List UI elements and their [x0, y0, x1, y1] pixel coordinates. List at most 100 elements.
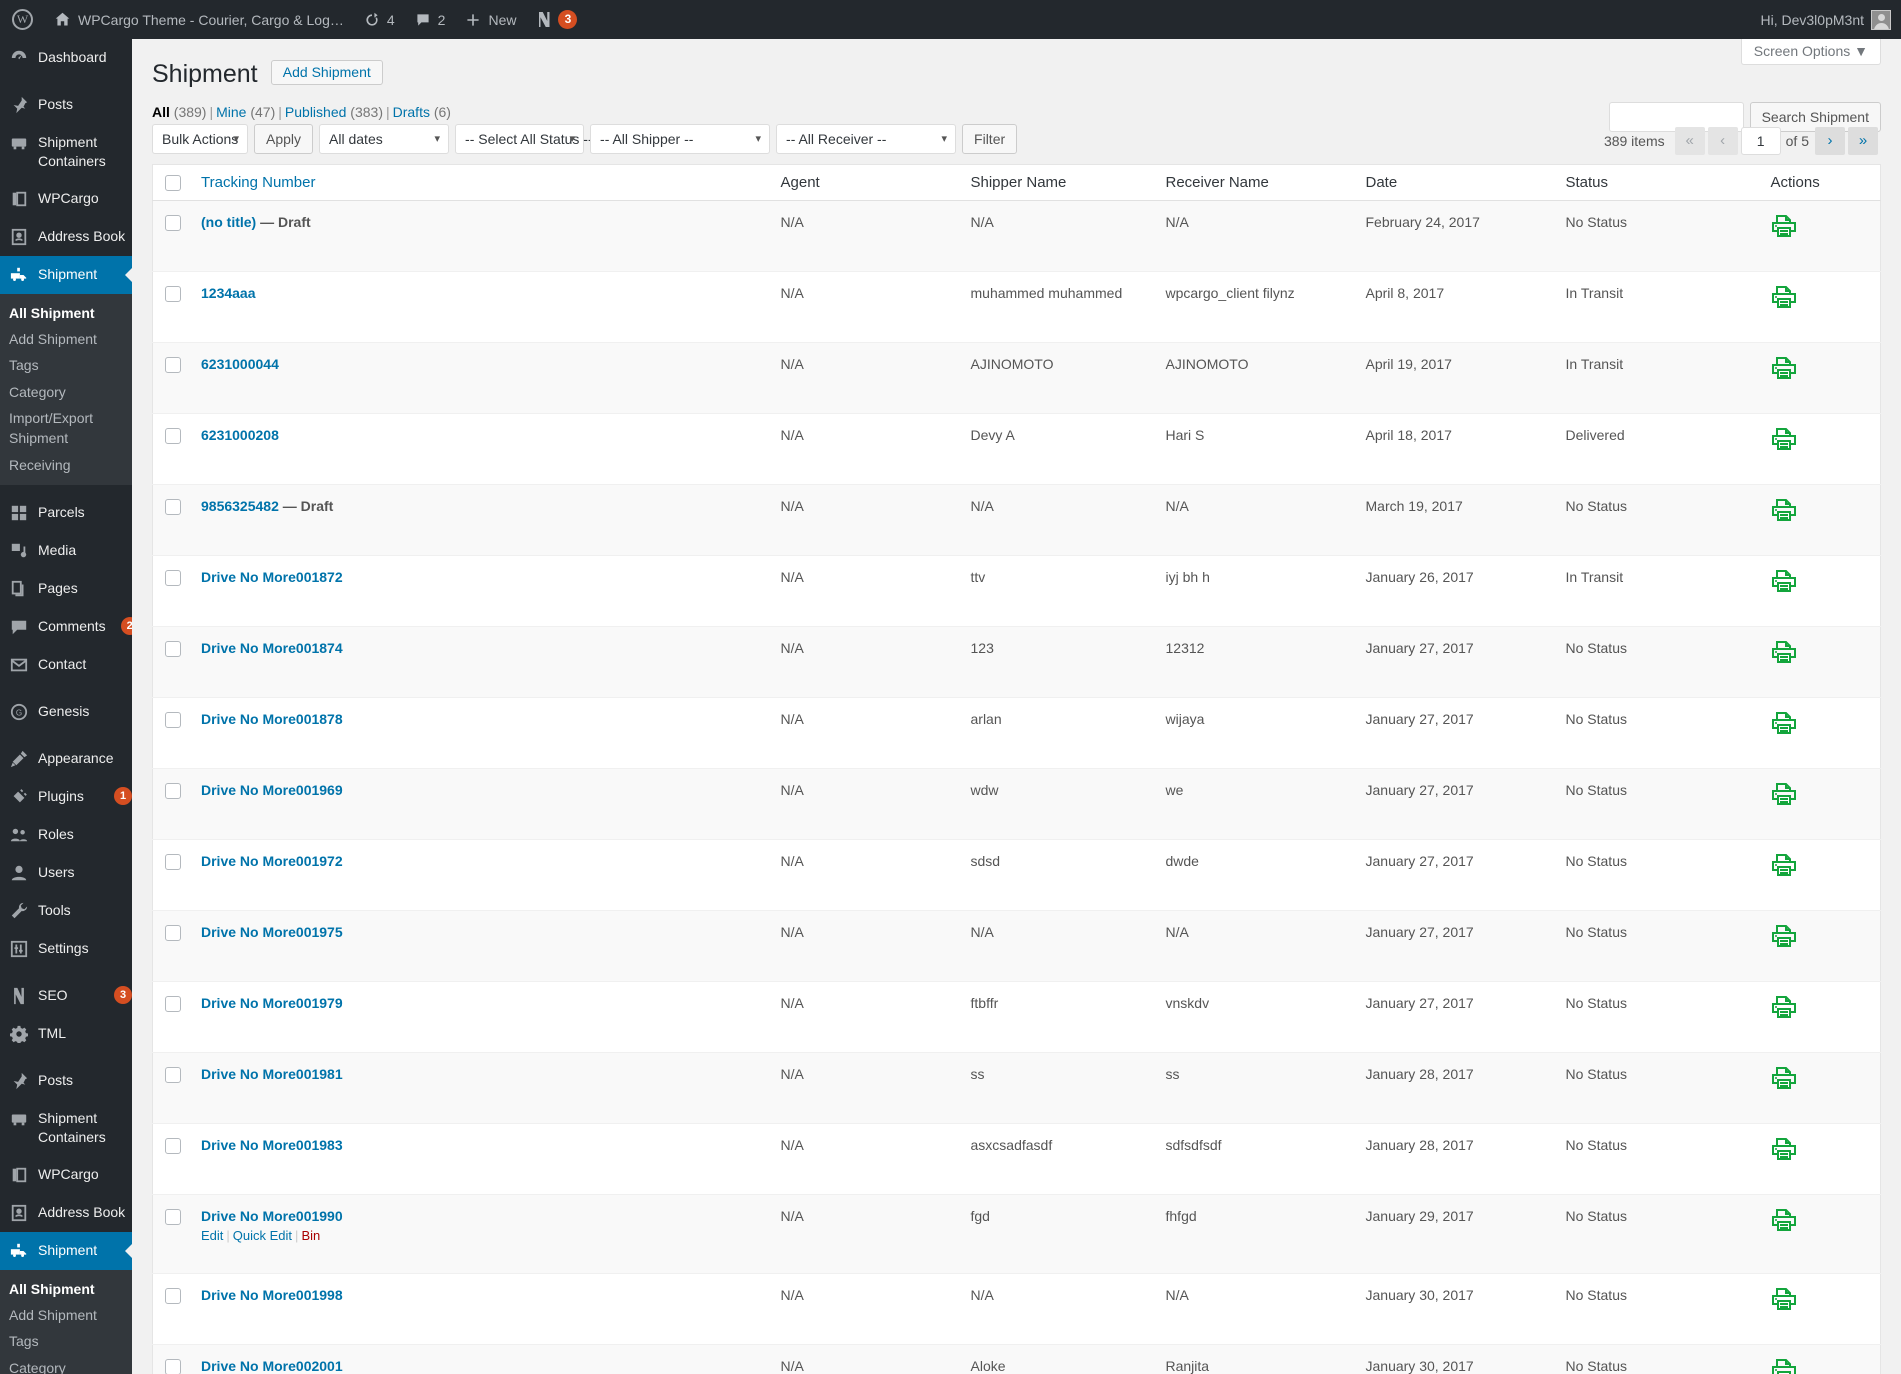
view-link-all[interactable]: All [152, 104, 170, 120]
sidebar-item-genesis[interactable]: GGenesis [0, 693, 132, 731]
sidebar-subitem-add-shipment[interactable]: Add Shipment [0, 1302, 132, 1328]
row-checkbox[interactable] [165, 215, 181, 231]
row-checkbox[interactable] [165, 499, 181, 515]
table-row[interactable]: 9856325482 — DraftN/AN/AN/AMarch 19, 201… [153, 484, 1881, 555]
apply-button[interactable]: Apply [254, 124, 313, 154]
row-title-link[interactable]: Drive No More001990 [201, 1208, 343, 1224]
row-title-link[interactable]: Drive No More001969 [201, 782, 343, 798]
table-row[interactable]: Drive No More001998N/AN/AN/AJanuary 30, … [153, 1273, 1881, 1344]
row-checkbox[interactable] [165, 641, 181, 657]
row-checkbox[interactable] [165, 1288, 181, 1304]
seo-menu[interactable]: 3 [526, 0, 587, 39]
printer-icon[interactable] [1771, 498, 1797, 525]
last-page-button[interactable]: » [1848, 127, 1878, 155]
sidebar-subitem-category[interactable]: Category [0, 1355, 132, 1374]
row-title-link[interactable]: Drive No More001972 [201, 853, 343, 869]
sidebar-item-appearance[interactable]: Appearance [0, 740, 132, 778]
printer-icon[interactable] [1771, 569, 1797, 596]
row-action-edit[interactable]: Edit [201, 1228, 223, 1243]
row-title-link[interactable]: 6231000208 [201, 427, 279, 443]
comments-menu[interactable]: 2 [405, 0, 456, 39]
admin-sidebar-menu[interactable]: DashboardPostsShipment ContainersWPCargo… [0, 39, 132, 1374]
new-content-menu[interactable]: New [455, 0, 526, 39]
sidebar-item-posts-2[interactable]: Posts [0, 1062, 132, 1100]
current-page-input[interactable] [1741, 127, 1781, 155]
row-title-link[interactable]: 1234aaa [201, 285, 256, 301]
table-row[interactable]: Drive No More001874N/A12312312January 27… [153, 626, 1881, 697]
row-title-link[interactable]: Drive No More002001 [201, 1358, 343, 1374]
bulk-actions-select[interactable]: Bulk Actions [152, 124, 248, 154]
sidebar-item-media[interactable]: Media [0, 532, 132, 570]
table-row[interactable]: Drive No More001972N/AsdsddwdeJanuary 27… [153, 839, 1881, 910]
sidebar-item-plugins[interactable]: Plugins1 [0, 778, 132, 816]
sidebar-item-contact[interactable]: Contact [0, 646, 132, 684]
wp-logo-menu[interactable] [0, 0, 44, 39]
sidebar-subitem-tags[interactable]: Tags [0, 1328, 132, 1354]
view-link-published[interactable]: Published [285, 104, 347, 120]
sidebar-subitem-import-export-shipment[interactable]: Import/Export Shipment [0, 405, 132, 452]
row-title-link[interactable]: Drive No More001975 [201, 924, 343, 940]
column-header-tracking-number[interactable]: Tracking Number [191, 164, 771, 200]
row-checkbox[interactable] [165, 1209, 181, 1225]
sort-tracking-number-link[interactable]: Tracking Number [201, 174, 315, 191]
sidebar-item-settings[interactable]: Settings [0, 930, 132, 968]
row-title-link[interactable]: Drive No More001874 [201, 640, 343, 656]
printer-icon[interactable] [1771, 995, 1797, 1022]
row-checkbox[interactable] [165, 925, 181, 941]
add-shipment-button[interactable]: Add Shipment [271, 60, 383, 85]
row-title-link[interactable]: 6231000044 [201, 356, 279, 372]
sidebar-item-shipment-containers[interactable]: Shipment Containers [0, 124, 132, 180]
printer-icon[interactable] [1771, 1066, 1797, 1093]
view-link-drafts[interactable]: Drafts [393, 104, 430, 120]
row-title-link[interactable]: Drive No More001872 [201, 569, 343, 585]
sidebar-subitem-all-shipment[interactable]: All Shipment [0, 1276, 132, 1302]
row-title-link[interactable]: Drive No More001979 [201, 995, 343, 1011]
sidebar-item-shipment[interactable]: Shipment [0, 256, 132, 294]
sidebar-item-comments[interactable]: Comments2 [0, 608, 132, 646]
table-row[interactable]: (no title) — DraftN/AN/AN/AFebruary 24, … [153, 200, 1881, 271]
printer-icon[interactable] [1771, 640, 1797, 667]
table-row[interactable]: Drive No More001878N/AarlanwijayaJanuary… [153, 697, 1881, 768]
printer-icon[interactable] [1771, 356, 1797, 383]
sidebar-item-roles[interactable]: Roles [0, 816, 132, 854]
select-all-checkbox[interactable] [165, 175, 181, 191]
sidebar-item-shipment-containers-2[interactable]: Shipment Containers [0, 1100, 132, 1156]
row-title-link[interactable]: Drive No More001998 [201, 1287, 343, 1303]
printer-icon[interactable] [1771, 1137, 1797, 1164]
sidebar-item-tools[interactable]: Tools [0, 892, 132, 930]
printer-icon[interactable] [1771, 1208, 1797, 1235]
sidebar-item-wpcargo[interactable]: WPCargo [0, 180, 132, 218]
row-checkbox[interactable] [165, 570, 181, 586]
printer-icon[interactable] [1771, 285, 1797, 312]
row-checkbox[interactable] [165, 286, 181, 302]
row-checkbox[interactable] [165, 357, 181, 373]
site-name-menu[interactable]: WPCargo Theme - Courier, Cargo & Log… [44, 0, 354, 39]
row-title-link[interactable]: Drive No More001983 [201, 1137, 343, 1153]
row-title-link[interactable]: Drive No More001878 [201, 711, 343, 727]
shipper-filter-select[interactable]: -- All Shipper -- [590, 124, 770, 154]
row-title-link[interactable]: Drive No More001981 [201, 1066, 343, 1082]
printer-icon[interactable] [1771, 924, 1797, 951]
receiver-filter-select[interactable]: -- All Receiver -- [776, 124, 956, 154]
row-checkbox[interactable] [165, 428, 181, 444]
table-row[interactable]: Drive No More001969N/AwdwweJanuary 27, 2… [153, 768, 1881, 839]
sidebar-item-shipment-2[interactable]: Shipment [0, 1232, 132, 1270]
row-checkbox[interactable] [165, 996, 181, 1012]
printer-icon[interactable] [1771, 711, 1797, 738]
sidebar-subitem-category[interactable]: Category [0, 379, 132, 405]
date-filter-select[interactable]: All dates [319, 124, 449, 154]
row-checkbox[interactable] [165, 712, 181, 728]
table-row[interactable]: Drive No More001983N/Aasxcsadfasdfsdfsdf… [153, 1123, 1881, 1194]
sidebar-item-posts[interactable]: Posts [0, 86, 132, 124]
row-title-link[interactable]: 9856325482 [201, 498, 279, 514]
printer-icon[interactable] [1771, 853, 1797, 880]
row-checkbox[interactable] [165, 1359, 181, 1374]
view-link-mine[interactable]: Mine [216, 104, 246, 120]
printer-icon[interactable] [1771, 1358, 1797, 1374]
filter-button[interactable]: Filter [962, 124, 1017, 154]
table-row[interactable]: 6231000044N/AAJINOMOTOAJINOMOTOApril 19,… [153, 342, 1881, 413]
sidebar-item-pages[interactable]: Pages [0, 570, 132, 608]
sidebar-item-address-book-2[interactable]: Address Book [0, 1194, 132, 1232]
sidebar-subitem-tags[interactable]: Tags [0, 352, 132, 378]
my-account-menu[interactable]: Hi, Dev3l0pM3nt [1751, 0, 1901, 39]
